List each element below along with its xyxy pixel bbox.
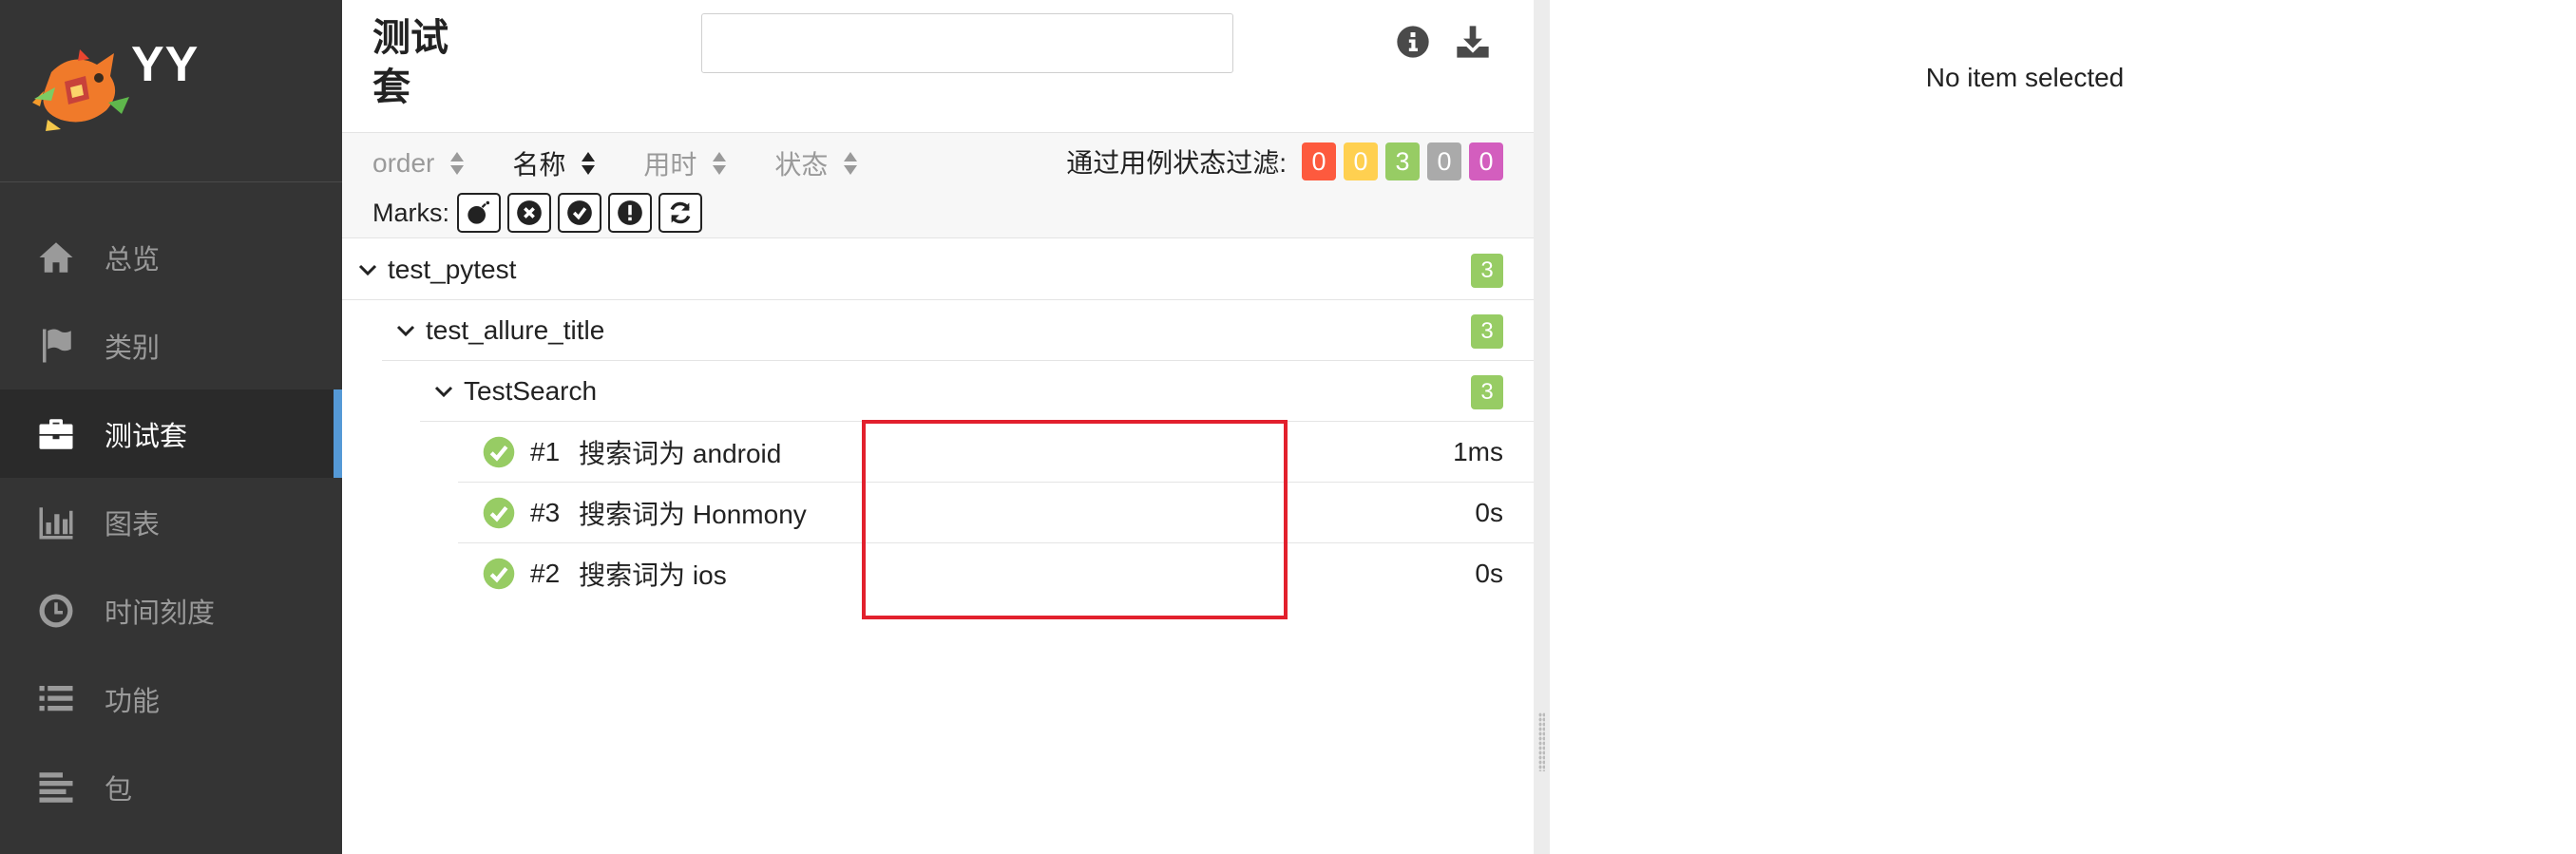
info-icon bbox=[1397, 26, 1429, 58]
empty-detail-message: No item selected bbox=[1925, 63, 2125, 92]
test-case-row[interactable]: #2 搜索词为 ios 0s bbox=[458, 543, 1534, 604]
sidebar-item-label: 总览 bbox=[105, 244, 161, 275]
group-name: TestSearch bbox=[464, 375, 598, 406]
clock-icon bbox=[34, 589, 78, 633]
status-filter: 通过用例状态过滤: 0 0 3 0 0 bbox=[1066, 139, 1503, 184]
briefcase-icon bbox=[34, 412, 78, 456]
mark-retries-button[interactable] bbox=[658, 193, 702, 233]
test-case-duration: 0s bbox=[1475, 559, 1503, 588]
brand-name: YY bbox=[131, 37, 200, 92]
filter-passed-badge[interactable]: 3 bbox=[1385, 142, 1420, 180]
home-icon bbox=[34, 236, 78, 279]
filter-failed-badge[interactable]: 0 bbox=[1302, 142, 1336, 180]
exclamation-circle-icon bbox=[618, 200, 642, 225]
test-case-order: #2 bbox=[530, 559, 561, 588]
marks-filter: Marks: bbox=[372, 192, 709, 234]
test-case-name: 搜索词为 ios bbox=[579, 560, 727, 590]
filter-unknown-badge[interactable]: 0 bbox=[1469, 142, 1503, 180]
splitter-grip-icon bbox=[1538, 712, 1545, 771]
group-count-badge: 3 bbox=[1471, 254, 1503, 288]
download-icon bbox=[1457, 26, 1489, 58]
sidebar-item-suites[interactable]: 测试套 bbox=[0, 389, 342, 478]
sidebar-item-label: 类别 bbox=[105, 332, 161, 364]
sort-by-duration[interactable]: 用时 bbox=[643, 144, 727, 182]
test-case-name: 搜索词为 Honmony bbox=[579, 499, 807, 529]
flag-icon bbox=[34, 324, 78, 368]
test-case-name: 搜索词为 android bbox=[579, 438, 782, 468]
sidebar-item-label: 包 bbox=[105, 774, 133, 806]
sort-by-status[interactable]: 状态 bbox=[774, 144, 858, 182]
sort-icon bbox=[712, 151, 727, 176]
brand-logo bbox=[23, 44, 137, 139]
sidebar-item-categories[interactable]: 类别 bbox=[0, 301, 342, 389]
chevron-down-icon bbox=[395, 320, 416, 341]
sidebar-item-packages[interactable]: 包 bbox=[0, 743, 342, 831]
bar-chart-icon bbox=[34, 501, 78, 544]
sort-icon bbox=[581, 151, 596, 176]
tree-group-row[interactable]: test_pytest 3 bbox=[342, 239, 1534, 300]
filter-label: 通过用例状态过滤: bbox=[1066, 148, 1287, 178]
chevron-down-icon bbox=[433, 381, 454, 402]
passed-status-icon bbox=[483, 497, 515, 528]
mark-new-passed-button[interactable] bbox=[558, 193, 601, 233]
filter-broken-badge[interactable]: 0 bbox=[1344, 142, 1378, 180]
brand: YY bbox=[0, 0, 342, 182]
sort-label: 名称 bbox=[512, 150, 566, 180]
sidebar-item-label: 功能 bbox=[105, 686, 161, 717]
info-button[interactable] bbox=[1394, 23, 1436, 65]
test-case-order: #3 bbox=[530, 497, 561, 527]
sort-label: 状态 bbox=[774, 150, 829, 180]
x-circle-icon bbox=[517, 200, 542, 225]
sidebar-item-graphs[interactable]: 图表 bbox=[0, 478, 342, 566]
download-button[interactable] bbox=[1454, 23, 1496, 65]
sort-controls: order 名称 用时 状态 bbox=[372, 144, 906, 182]
sidebar-item-label: 图表 bbox=[105, 509, 161, 541]
tree-group-row[interactable]: TestSearch 3 bbox=[420, 361, 1534, 422]
group-count-badge: 3 bbox=[1471, 375, 1503, 409]
filter-skipped-badge[interactable]: 0 bbox=[1427, 142, 1461, 180]
tree-toolbar: order 名称 用时 状态 通过用例状态过滤: 0 0 3 0 0 Marks… bbox=[342, 132, 1534, 238]
sidebar: YY 总览 类别 测试套 图表 时间刻度 功能 包 bbox=[0, 0, 342, 854]
sort-by-name[interactable]: 名称 bbox=[512, 144, 596, 182]
sort-icon bbox=[449, 151, 465, 176]
align-left-icon bbox=[34, 766, 78, 809]
sort-by-order[interactable]: order bbox=[372, 148, 465, 179]
check-circle-icon bbox=[567, 200, 592, 225]
group-name: test_pytest bbox=[388, 254, 517, 284]
page-title: 测试套 bbox=[372, 17, 448, 108]
passed-status-icon bbox=[483, 558, 515, 590]
sidebar-item-behaviors[interactable]: 功能 bbox=[0, 655, 342, 743]
list-icon bbox=[34, 677, 78, 721]
search-input[interactable] bbox=[701, 13, 1233, 73]
sidebar-item-overview[interactable]: 总览 bbox=[0, 213, 342, 301]
sidebar-nav: 总览 类别 测试套 图表 时间刻度 功能 包 bbox=[0, 213, 342, 831]
mark-new-failed-button[interactable] bbox=[507, 193, 551, 233]
sort-icon bbox=[843, 151, 858, 176]
mark-flaky-button[interactable] bbox=[457, 193, 501, 233]
test-case-row[interactable]: #1 搜索词为 android 1ms bbox=[458, 422, 1534, 483]
test-case-duration: 1ms bbox=[1453, 436, 1503, 466]
mark-new-broken-button[interactable] bbox=[608, 193, 652, 233]
passed-status-icon bbox=[483, 436, 515, 467]
group-count-badge: 3 bbox=[1471, 314, 1503, 349]
test-case-order: #1 bbox=[530, 436, 561, 466]
marks-label: Marks: bbox=[372, 198, 449, 227]
bomb-icon bbox=[467, 200, 490, 224]
tree-pane: 测试套 order 名称 用时 状态 通过用例状态过滤: 0 0 3 0 0 M… bbox=[342, 0, 1534, 854]
detail-pane: No item selected bbox=[1550, 0, 2576, 854]
refresh-icon bbox=[670, 201, 691, 224]
sort-label: order bbox=[372, 148, 435, 178]
test-case-row[interactable]: #3 搜索词为 Honmony 0s bbox=[458, 483, 1534, 543]
sidebar-item-timeline[interactable]: 时间刻度 bbox=[0, 566, 342, 655]
pane-splitter[interactable] bbox=[1534, 0, 1550, 854]
test-case-duration: 0s bbox=[1475, 497, 1503, 527]
group-name: test_allure_title bbox=[426, 314, 605, 345]
sidebar-item-label: 测试套 bbox=[105, 421, 188, 452]
tree-group-row[interactable]: test_allure_title 3 bbox=[382, 300, 1534, 361]
sort-label: 用时 bbox=[643, 150, 697, 180]
test-tree: test_pytest 3 test_allure_title 3 TestSe… bbox=[342, 239, 1534, 604]
sidebar-item-label: 时间刻度 bbox=[105, 598, 216, 629]
chevron-down-icon bbox=[357, 259, 378, 280]
